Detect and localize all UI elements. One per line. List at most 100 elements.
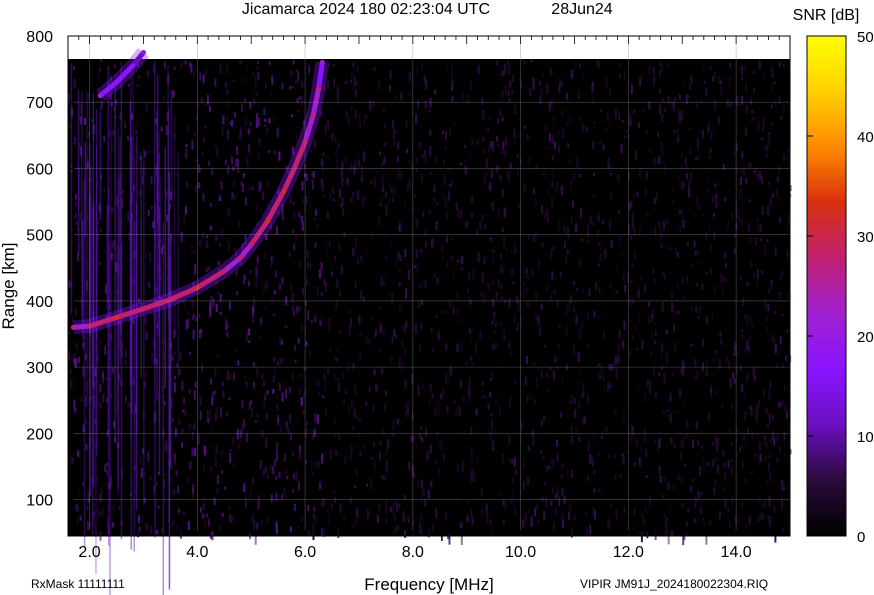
noise-speck [434, 89, 437, 95]
noise-speck [666, 528, 669, 532]
noise-speck [219, 523, 222, 532]
noise-speck [498, 393, 501, 397]
noise-speck [87, 521, 89, 531]
noise-speck [382, 329, 385, 336]
noise-speck [622, 341, 624, 347]
noise-speck [352, 247, 355, 257]
noise-speck [589, 480, 592, 484]
noise-speck [138, 191, 141, 196]
noise-speck [216, 146, 219, 157]
noise-speck [101, 371, 104, 379]
noise-speck [696, 440, 699, 446]
noise-speck [440, 534, 443, 541]
noise-speck [688, 187, 691, 198]
noise-speck [526, 302, 529, 308]
noise-speck [76, 504, 79, 512]
noise-speck [375, 329, 378, 336]
noise-speck [576, 382, 579, 386]
noise-speck [264, 124, 267, 127]
noise-speck [376, 515, 379, 524]
noise-speck [740, 275, 742, 281]
noise-speck [332, 64, 335, 67]
interference-streak [143, 148, 145, 506]
noise-speck [582, 288, 585, 294]
noise-speck [508, 297, 511, 306]
noise-speck [536, 503, 539, 512]
noise-speck [530, 59, 533, 63]
noise-speck [470, 356, 472, 361]
noise-speck [658, 220, 661, 228]
noise-speck [593, 121, 596, 125]
noise-speck [594, 282, 597, 291]
noise-speck [549, 132, 551, 142]
noise-speck [385, 448, 388, 456]
noise-speck [689, 82, 691, 91]
noise-speck [248, 184, 251, 192]
noise-speck [530, 394, 533, 398]
noise-speck [720, 255, 723, 258]
noise-speck [779, 335, 782, 345]
noise-speck [499, 109, 502, 117]
noise-speck [295, 470, 298, 481]
noise-speck [408, 71, 411, 82]
noise-speck [199, 396, 202, 406]
noise-speck [74, 136, 77, 145]
noise-speck [350, 106, 353, 112]
noise-speck [682, 220, 685, 229]
noise-speck [713, 231, 716, 241]
noise-speck [264, 118, 267, 122]
noise-speck [659, 88, 661, 94]
noise-speck [390, 357, 393, 365]
noise-speck [638, 313, 640, 323]
noise-speck [484, 505, 487, 511]
noise-speck [500, 253, 503, 260]
noise-speck [690, 343, 693, 347]
noise-speck [598, 316, 601, 320]
noise-speck [593, 488, 596, 493]
noise-speck [127, 331, 129, 340]
noise-speck [80, 394, 83, 403]
noise-speck [559, 271, 562, 278]
noise-speck [482, 109, 485, 120]
noise-speck [302, 287, 304, 295]
interference-streak [170, 240, 172, 469]
noise-speck [666, 356, 669, 365]
noise-speck [347, 362, 350, 367]
noise-speck [715, 349, 718, 354]
noise-speck [631, 263, 634, 268]
noise-speck [492, 278, 495, 287]
noise-speck [331, 132, 334, 141]
noise-speck [468, 151, 471, 157]
interference-streak [156, 110, 158, 401]
noise-speck [631, 335, 634, 340]
noise-speck [660, 342, 663, 351]
noise-speck [389, 70, 392, 79]
noise-speck [289, 432, 292, 441]
noise-speck [637, 384, 640, 391]
noise-speck [262, 468, 265, 476]
noise-speck [483, 148, 486, 155]
echo-trace-point [167, 297, 173, 303]
noise-speck [636, 191, 639, 197]
noise-speck [438, 467, 440, 477]
noise-speck [183, 213, 186, 224]
noise-speck [689, 146, 692, 156]
noise-speck [263, 284, 265, 295]
noise-speck [526, 356, 528, 365]
noise-speck [247, 143, 250, 152]
noise-speck [597, 374, 600, 378]
interference-streak [120, 62, 123, 335]
noise-speck [523, 183, 526, 193]
noise-speck [401, 364, 404, 372]
noise-speck [731, 211, 734, 221]
noise-speck [360, 290, 363, 300]
noise-speck [481, 381, 484, 386]
noise-speck [431, 393, 434, 399]
noise-speck [609, 284, 612, 289]
noise-speck [423, 149, 426, 158]
noise-speck [678, 94, 681, 100]
noise-speck [647, 316, 650, 324]
noise-speck [602, 374, 605, 381]
noise-speck [436, 202, 439, 206]
noise-speck [191, 447, 194, 456]
